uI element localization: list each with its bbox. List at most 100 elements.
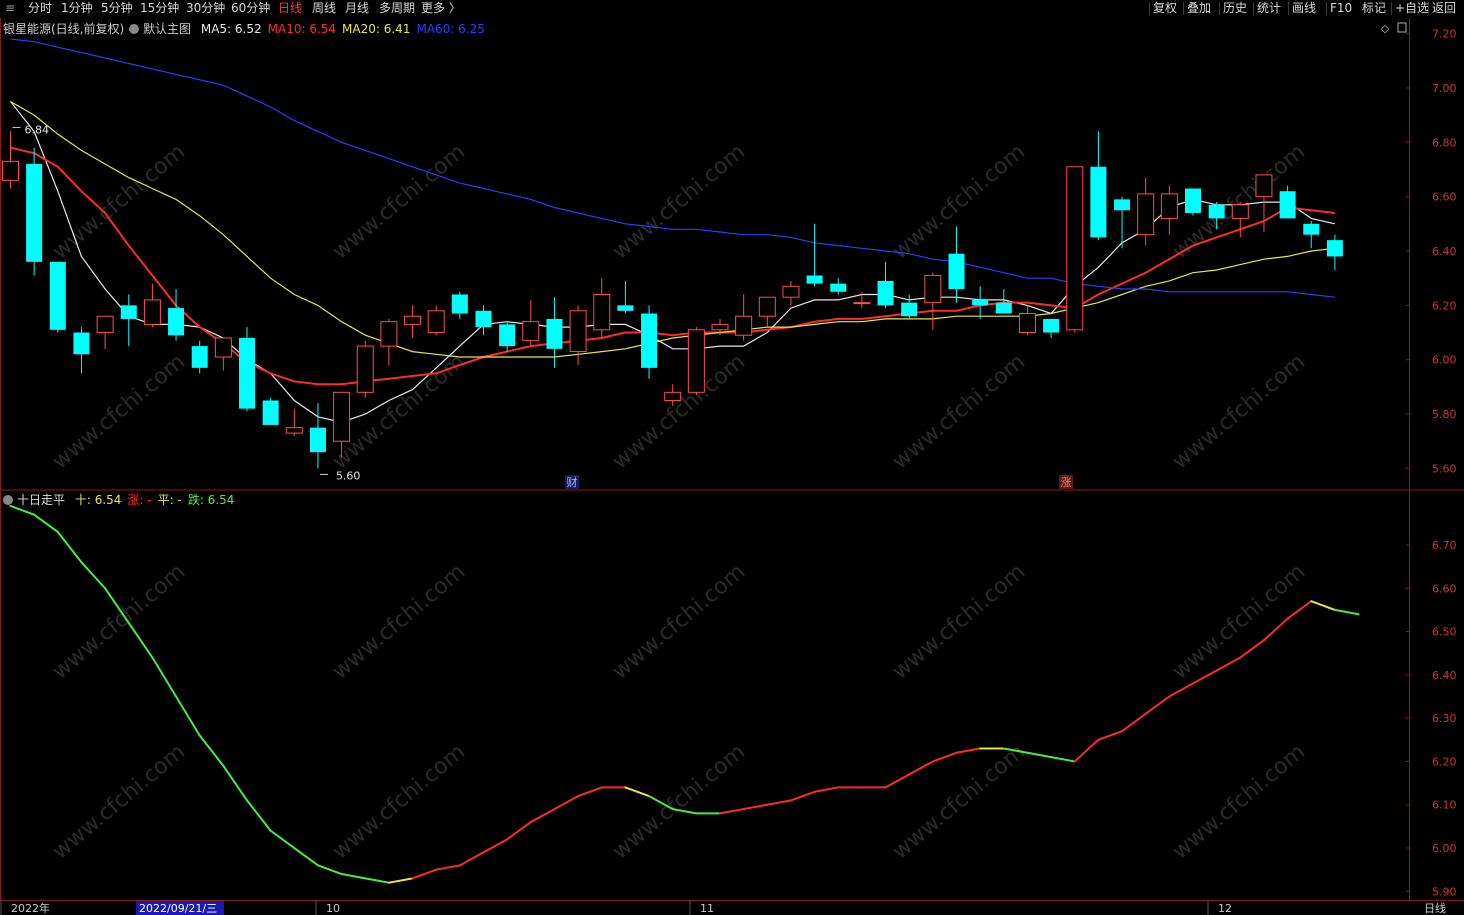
- indicator-segment: [316, 864, 343, 876]
- main-axis-tick-label: 6.20: [1432, 299, 1457, 312]
- candle-body: [972, 299, 989, 306]
- time-axis-label: 11: [700, 902, 714, 915]
- candle-body: [569, 310, 587, 353]
- candle-body: [735, 315, 753, 336]
- indicator-segment: [482, 838, 509, 854]
- indicator-segment: [624, 786, 651, 798]
- candle-body: [641, 313, 658, 368]
- watermark: www.cfchi.com: [608, 739, 750, 864]
- indicator-segment: [246, 799, 272, 832]
- watermark: www.cfchi.com: [48, 349, 190, 474]
- indicator-segment: [1333, 608, 1360, 616]
- indicator-segment: [1121, 712, 1147, 733]
- watermark: www.cfchi.com: [608, 139, 750, 264]
- event-marker-finance: 财: [567, 475, 578, 489]
- panel-toggle-icon: [1397, 22, 1407, 33]
- main-axis-tick-label: 6.40: [1432, 245, 1457, 258]
- indicator-segment: [506, 821, 532, 841]
- watermark: www.cfchi.com: [888, 349, 1030, 474]
- candle-body: [214, 337, 232, 358]
- candle-body: [924, 274, 942, 304]
- candle-body: [1303, 223, 1320, 235]
- indicator-segment: [789, 790, 816, 802]
- indicator-segment: [1050, 756, 1076, 763]
- ma-line-ma60: [10, 38, 1335, 298]
- main-axis-tick-label: 5.60: [1432, 462, 1457, 475]
- candle-body: [711, 323, 729, 331]
- candle-body: [1066, 166, 1084, 331]
- high-marker: 6.84: [25, 123, 50, 136]
- ma-line-ma5: [10, 101, 1336, 423]
- time-axis-label: 10: [326, 902, 340, 915]
- indicator-segment: [198, 734, 225, 767]
- main-axis-tick-label: 6.00: [1432, 354, 1457, 367]
- candle-body: [143, 299, 161, 325]
- indicator-segment: [955, 747, 982, 754]
- watermark: www.cfchi.com: [328, 139, 470, 264]
- candle-body: [96, 315, 114, 334]
- indicator-segment: [529, 808, 556, 824]
- candle-body: [309, 427, 326, 453]
- indicator-segment: [719, 808, 745, 815]
- candle-body: [1043, 318, 1060, 333]
- indicator-segment: [1262, 617, 1289, 642]
- candle-body: [593, 293, 611, 331]
- candle-body: [830, 283, 847, 292]
- sub-axis-tick-label: 5.90: [1432, 885, 1457, 898]
- sub-axis-tick-label: 6.20: [1432, 755, 1457, 768]
- watermark: www.cfchi.com: [888, 739, 1030, 864]
- chart-canvas[interactable]: 5.60 5.80 6.00 6.20 6.40 6.60 6.80 7.00 7.20 5.90…: [0, 0, 1464, 915]
- indicator-segment: [1310, 600, 1336, 611]
- candle-body: [427, 310, 445, 334]
- candle-body: [877, 280, 894, 306]
- indicator-segment: [222, 764, 248, 802]
- indicator-segment: [553, 795, 580, 811]
- candle-body: [853, 302, 871, 305]
- candle-body: [2, 160, 19, 181]
- candle-body: [617, 305, 634, 311]
- candle-body: [475, 310, 492, 328]
- time-axis-label: 12: [1218, 902, 1232, 915]
- indicator-segment: [577, 786, 603, 798]
- main-axis-tick-label: 5.80: [1432, 408, 1457, 421]
- indicator-segment: [151, 656, 178, 698]
- indicator-segment: [1239, 639, 1265, 659]
- candle-body: [687, 329, 705, 393]
- candle-body: [73, 332, 90, 355]
- indicator-segment: [340, 873, 367, 880]
- candle-body: [948, 253, 965, 290]
- indicator-segment: [813, 786, 840, 793]
- candle-body: [1279, 191, 1296, 219]
- watermark: www.cfchi.com: [328, 559, 470, 684]
- indicator-segment: [127, 621, 154, 659]
- watermark: www.cfchi.com: [888, 139, 1030, 264]
- candle-body: [1018, 313, 1036, 334]
- watermark: www.cfchi.com: [888, 559, 1030, 684]
- indicator-segment: [293, 847, 319, 867]
- candle-body: [380, 321, 398, 347]
- candle-body: [1114, 199, 1131, 211]
- indicator-segment: [1215, 656, 1242, 672]
- candle-body: [499, 324, 516, 347]
- indicator-segment: [766, 799, 792, 806]
- candle-body: [995, 302, 1012, 314]
- event-marker-limit-up: 涨: [1061, 476, 1072, 489]
- main-axis-tick-label: 6.60: [1432, 191, 1457, 204]
- candle-body: [546, 318, 563, 349]
- candle-body: [239, 337, 255, 409]
- cursor-date: 2022/09/21/三: [139, 902, 217, 915]
- watermark: www.cfchi.com: [48, 739, 190, 864]
- time-axis-label: 2022年: [11, 901, 50, 915]
- indicator-segment: [387, 877, 414, 884]
- candle-body: [1208, 204, 1225, 219]
- indicator-segment: [411, 868, 438, 880]
- candle-body: [664, 391, 682, 401]
- watermark: www.cfchi.com: [1168, 559, 1310, 684]
- watermark: www.cfchi.com: [48, 559, 190, 684]
- sub-axis-tick-label: 6.00: [1432, 842, 1457, 855]
- main-axis-tick-label: 7.20: [1432, 28, 1457, 41]
- candle-body: [120, 305, 137, 319]
- sub-axis-tick-label: 6.60: [1432, 582, 1457, 595]
- sub-axis-tick-label: 6.10: [1432, 799, 1457, 812]
- watermark: www.cfchi.com: [48, 139, 190, 264]
